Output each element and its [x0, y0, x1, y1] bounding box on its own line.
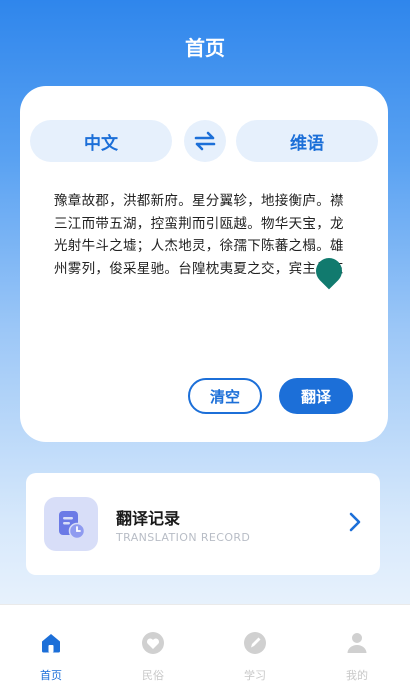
nav-label-study: 学习 — [244, 669, 266, 682]
record-title: 翻译记录 — [116, 509, 181, 528]
bottom-navigation: 首页 民俗 学习 我的 — [0, 604, 410, 700]
page-title: 首页 — [185, 36, 225, 60]
record-subtitle: TRANSLATION RECORD — [116, 531, 251, 544]
user-icon — [345, 631, 369, 655]
swap-arrows-icon — [194, 131, 216, 151]
nav-label-home: 首页 — [40, 669, 62, 682]
chevron-right-icon — [349, 512, 361, 532]
target-language-button[interactable]: 维语 — [236, 120, 378, 162]
translate-button[interactable]: 翻译 — [279, 378, 353, 414]
clear-button[interactable]: 清空 — [188, 378, 262, 414]
translate-card: 中文 维语 豫章故郡，洪都新府。星分翼轸，地接衡庐。襟三江而带五湖，控蛮荆而引瓯… — [20, 86, 388, 442]
pencil-circle-icon — [243, 631, 267, 655]
heart-badge-icon — [141, 631, 165, 655]
document-clock-icon — [44, 497, 98, 551]
home-icon — [39, 631, 63, 655]
translation-record-card[interactable]: 翻译记录 TRANSLATION RECORD — [26, 473, 380, 575]
nav-item-folk[interactable]: 民俗 — [102, 605, 204, 700]
nav-item-home[interactable]: 首页 — [0, 605, 102, 700]
nav-item-study[interactable]: 学习 — [204, 605, 306, 700]
nav-label-folk: 民俗 — [142, 669, 164, 682]
nav-item-profile[interactable]: 我的 — [306, 605, 408, 700]
nav-label-profile: 我的 — [346, 669, 368, 682]
source-language-button[interactable]: 中文 — [30, 120, 172, 162]
swap-language-button[interactable] — [184, 120, 226, 162]
source-text-input[interactable]: 豫章故郡，洪都新府。星分翼轸，地接衡庐。襟三江而带五湖，控蛮荆而引瓯越。物华天宝… — [54, 190, 354, 280]
